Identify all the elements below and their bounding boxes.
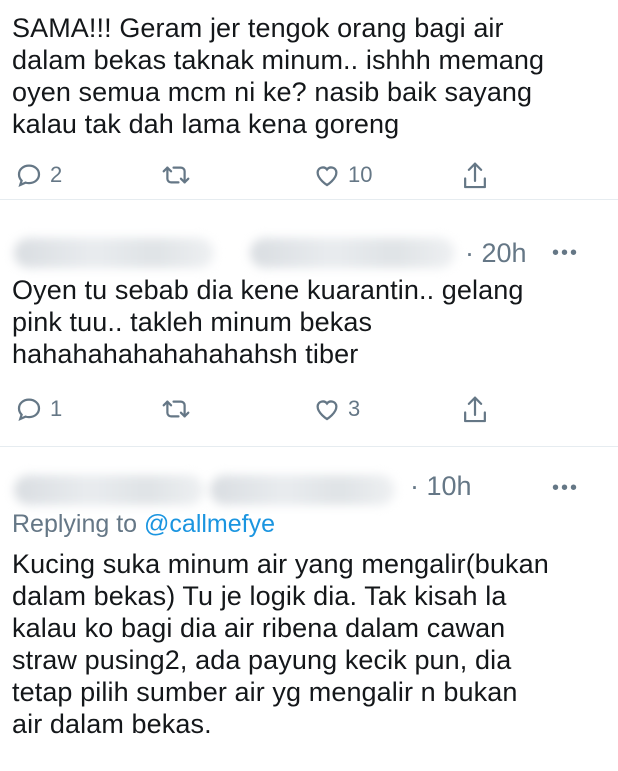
heart-icon bbox=[312, 394, 342, 424]
more-dots-icon[interactable]: ••• bbox=[552, 477, 579, 500]
like-count: 3 bbox=[348, 396, 361, 421]
author-handle-blurred[interactable] bbox=[210, 475, 395, 505]
tweet-actions: 1 3 bbox=[0, 394, 618, 434]
author-name-blurred[interactable] bbox=[14, 475, 204, 505]
replying-to: Replying to @callmefye bbox=[12, 510, 275, 539]
tweet-text: SAMA!!! Geram jer tengok orang bagi air … bbox=[12, 13, 545, 139]
retweet-icon bbox=[160, 394, 192, 424]
share-button[interactable] bbox=[460, 394, 490, 426]
retweet-icon bbox=[160, 160, 192, 190]
tweet-3: · 10h ••• Replying to @callmefye Kucing … bbox=[0, 447, 618, 771]
tweet-header: · 10h ••• bbox=[0, 467, 618, 511]
tweet-actions: 2 10 bbox=[0, 160, 618, 200]
tweet-time[interactable]: · 10h bbox=[410, 471, 472, 502]
tweet-text: Kucing suka minum air yang mengalir(buka… bbox=[12, 549, 549, 739]
retweet-button[interactable] bbox=[160, 160, 192, 190]
like-button[interactable]: 10 bbox=[312, 160, 372, 190]
tweet-1: SAMA!!! Geram jer tengok orang bagi air … bbox=[0, 0, 618, 200]
share-icon bbox=[460, 394, 490, 426]
more-dots-icon[interactable]: ••• bbox=[552, 242, 579, 265]
reply-button[interactable]: 2 bbox=[14, 160, 62, 190]
tweet-2: · 20h ••• Oyen tu sebab dia kene kuarant… bbox=[0, 200, 618, 447]
share-button[interactable] bbox=[460, 160, 490, 192]
share-icon bbox=[460, 160, 490, 192]
tweet-time[interactable]: · 20h bbox=[465, 238, 527, 269]
author-name-blurred[interactable] bbox=[14, 238, 214, 268]
reply-count: 1 bbox=[50, 396, 63, 421]
author-handle-blurred[interactable] bbox=[250, 238, 455, 268]
replying-to-handle[interactable]: @callmefye bbox=[144, 510, 275, 538]
reply-button[interactable]: 1 bbox=[14, 394, 62, 424]
replying-to-prefix: Replying to bbox=[12, 510, 145, 538]
tweet-text: Oyen tu sebab dia kene kuarantin.. gelan… bbox=[12, 275, 524, 369]
reply-bubble-icon bbox=[14, 160, 44, 190]
like-button[interactable]: 3 bbox=[312, 394, 360, 424]
tweet-header: · 20h ••• bbox=[0, 230, 618, 274]
retweet-button[interactable] bbox=[160, 394, 192, 424]
heart-icon bbox=[312, 160, 342, 190]
reply-bubble-icon bbox=[14, 394, 44, 424]
reply-count: 2 bbox=[50, 162, 63, 187]
like-count: 10 bbox=[348, 162, 373, 187]
